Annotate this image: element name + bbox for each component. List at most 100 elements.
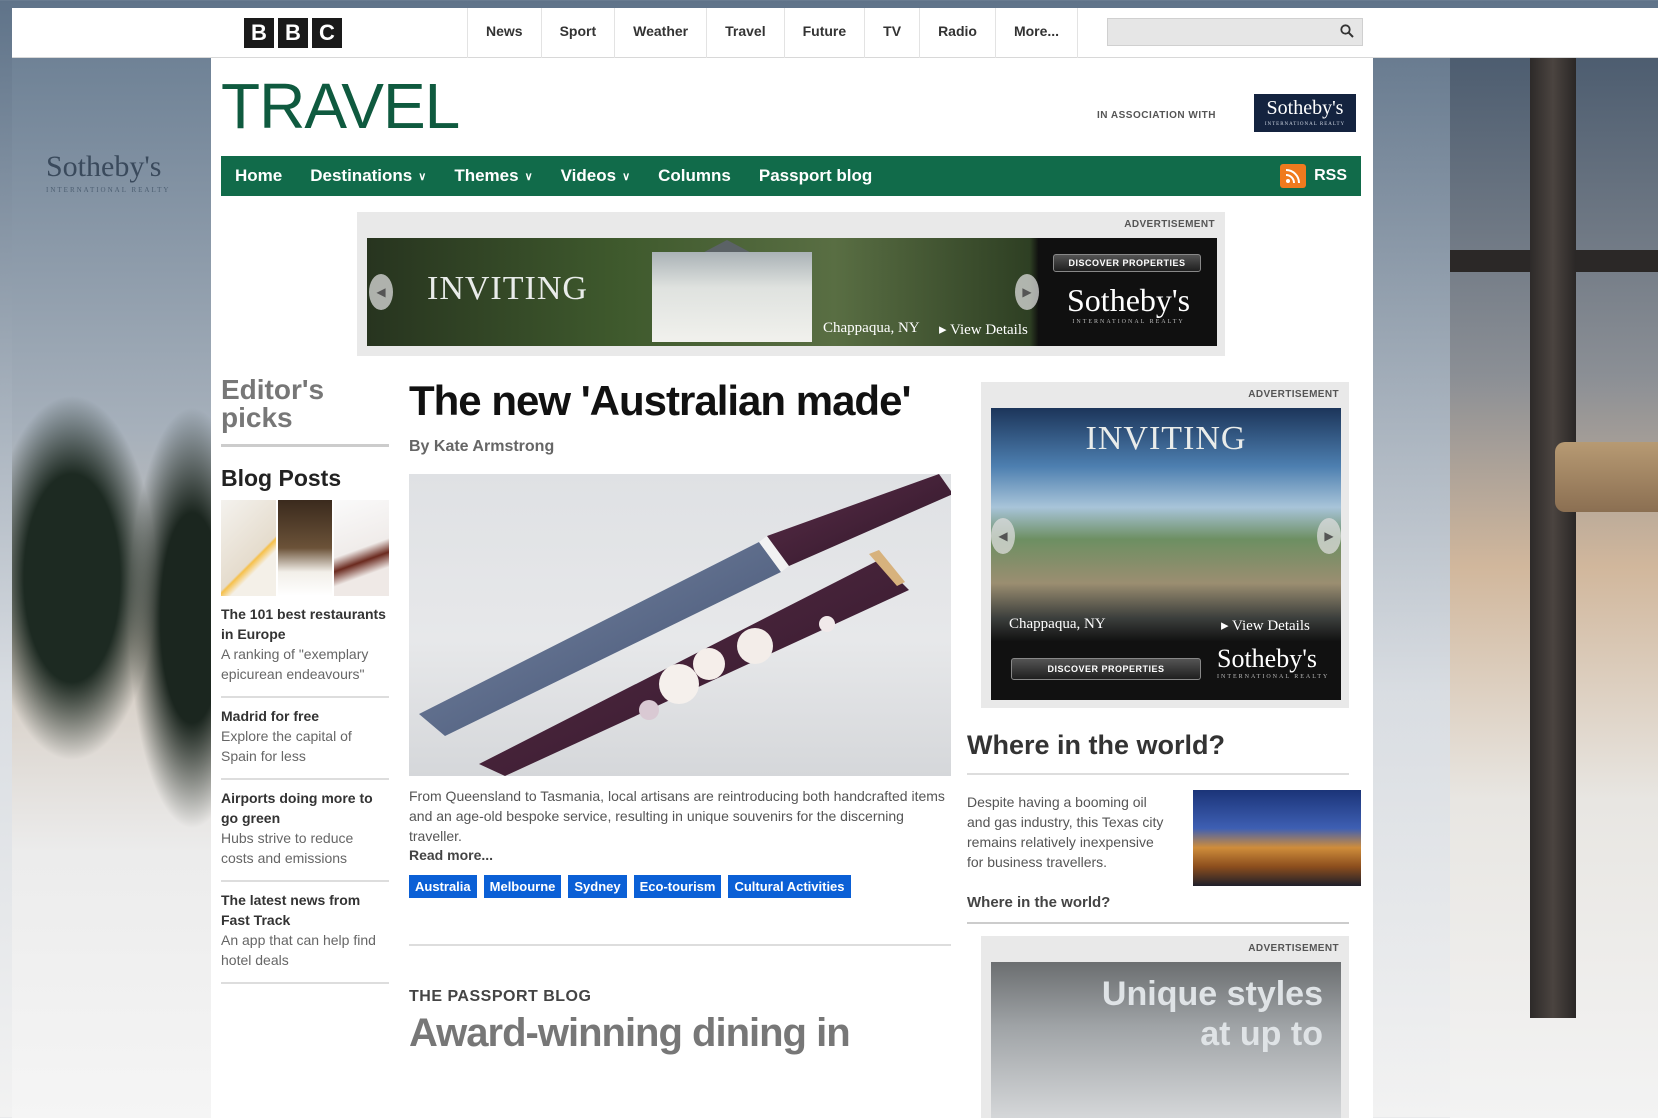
travel-nav-videos[interactable]: Videos ∨ — [561, 166, 631, 186]
travel-nav-themes[interactable]: Themes ∨ — [454, 166, 532, 186]
ad-label: ADVERTISEMENT — [1248, 389, 1339, 400]
tag-sydney[interactable]: Sydney — [568, 875, 627, 898]
nav-sport[interactable]: Sport — [542, 8, 616, 58]
nav-tv[interactable]: TV — [865, 8, 921, 58]
background-skin-left — [12, 58, 222, 1118]
ad-view-details[interactable]: ▸ View Details — [939, 320, 1028, 339]
side-ad: ADVERTISEMENT INVITING ◀ ▶ Chappaqua, NY… — [981, 382, 1349, 708]
section-divider — [967, 773, 1349, 775]
where-in-the-world-heading: Where in the world? — [967, 730, 1226, 760]
tag-australia[interactable]: Australia — [409, 875, 477, 898]
travel-nav-label: Themes — [454, 166, 519, 185]
knife-and-sheath-image — [419, 474, 951, 776]
bbc-logo-letter: B — [278, 18, 308, 48]
chevron-left-icon[interactable]: ◀ — [991, 518, 1015, 554]
read-more-link[interactable]: Read more... — [409, 847, 951, 863]
travel-nav-label: Destinations — [310, 166, 413, 185]
ad-caption: Chappaqua, NY — [1009, 616, 1106, 632]
house-graphic — [652, 252, 812, 342]
association-label: IN ASSOCIATION WITH — [1097, 110, 1216, 121]
lead-article: The new 'Australian made' By Kate Armstr… — [409, 376, 951, 1056]
article-hero-image[interactable] — [409, 474, 951, 776]
nav-weather[interactable]: Weather — [615, 8, 708, 58]
ad-2-line: at up to — [1200, 1015, 1323, 1053]
blog-post-item[interactable]: The 101 best restaurants in Europe A ran… — [221, 596, 389, 698]
bbc-logo[interactable]: B B C — [244, 18, 342, 48]
travel-nav-destinations[interactable]: Destinations ∨ — [310, 166, 426, 186]
side-ad-2: ADVERTISEMENT Unique styles at up to — [981, 936, 1349, 1118]
ad-label: ADVERTISEMENT — [1124, 219, 1215, 230]
blog-posts-heading: Blog Posts — [221, 465, 342, 491]
nav-radio[interactable]: Radio — [920, 8, 996, 58]
skin-sponsor-logo[interactable]: Sotheby's INTERNATIONAL REALTY — [46, 150, 176, 196]
ad-label: ADVERTISEMENT — [1248, 943, 1339, 954]
bbc-top-bar: B B C News Sport Weather Travel Future T… — [12, 8, 1658, 58]
ad-headline: INVITING — [1085, 420, 1247, 457]
article-headline[interactable]: The new 'Australian made' — [409, 376, 951, 426]
article-tags: Australia Melbourne Sydney Eco-tourism C… — [409, 875, 951, 898]
blog-post-desc: An app that can help find hotel deals — [221, 932, 376, 968]
passport-blog-label: THE PASSPORT BLOG — [409, 988, 592, 1005]
nav-news[interactable]: News — [468, 8, 542, 58]
travel-logo[interactable]: TRAVEL — [221, 72, 460, 140]
search-input[interactable] — [1108, 19, 1328, 45]
sponsor-logo[interactable]: Sotheby's INTERNATIONAL REALTY — [1254, 94, 1356, 132]
article-byline: By Kate Armstrong — [409, 438, 555, 455]
ad-brand: Sotheby's INTERNATIONAL REALTY — [1217, 644, 1329, 680]
nav-future[interactable]: Future — [785, 8, 866, 58]
article-summary: From Queensland to Tasmania, local artis… — [409, 788, 945, 844]
travel-nav-home[interactable]: Home — [235, 166, 282, 186]
passport-blog-headline[interactable]: Award-winning dining in — [409, 1010, 951, 1056]
skin-sponsor-name: Sotheby's — [46, 150, 162, 183]
blog-post-title[interactable]: Madrid for free — [221, 706, 389, 726]
blog-post-thumbnail[interactable] — [221, 500, 390, 596]
travel-nav: Home Destinations ∨ Themes ∨ Videos ∨ Colum… — [221, 156, 1361, 196]
blog-post-desc: Explore the capital of Spain for less — [221, 728, 352, 764]
top-banner-ad: ADVERTISEMENT ◀ INVITING Chappaqua, NY ▸… — [357, 212, 1225, 356]
blog-post-desc: A ranking of "exemplary epicurean endeav… — [221, 646, 369, 682]
skin-sponsor-sub: INTERNATIONAL REALTY — [46, 186, 171, 194]
blog-post-title[interactable]: The 101 best restaurants in Europe — [221, 604, 389, 644]
bbc-logo-letter: B — [244, 18, 274, 48]
nav-more[interactable]: More... — [996, 8, 1079, 58]
ad-view-details[interactable]: ▸ View Details — [1221, 616, 1310, 635]
sponsor-sub: INTERNATIONAL REALTY — [1264, 122, 1346, 127]
tag-melbourne[interactable]: Melbourne — [483, 875, 562, 898]
discover-properties-button[interactable]: DISCOVER PROPERTIES — [1011, 658, 1201, 680]
ad-brand-name: Sotheby's — [1217, 644, 1318, 673]
rss-link[interactable]: RSS — [1280, 164, 1347, 188]
travel-nav-passport-blog[interactable]: Passport blog — [759, 166, 872, 186]
side-ad-creative[interactable]: INVITING ◀ ▶ Chappaqua, NY ▸ View Detail… — [991, 408, 1341, 700]
side-ad-2-creative[interactable]: Unique styles at up to — [991, 962, 1341, 1118]
blog-post-item[interactable]: Airports doing more to go green Hubs str… — [221, 780, 389, 882]
travel-nav-columns[interactable]: Columns — [658, 166, 731, 186]
chevron-left-icon[interactable]: ◀ — [369, 274, 393, 310]
blog-post-title[interactable]: Airports doing more to go green — [221, 788, 389, 828]
rss-label: RSS — [1314, 167, 1347, 184]
chevron-right-icon[interactable]: ▶ — [1015, 274, 1039, 310]
blog-post-item[interactable]: The latest news from Fast Track An app t… — [221, 882, 389, 984]
tag-eco-tourism[interactable]: Eco-tourism — [633, 875, 722, 898]
nav-travel[interactable]: Travel — [707, 8, 785, 58]
travel-nav-label: Columns — [658, 166, 731, 185]
ad-brand-sub: INTERNATIONAL REALTY — [1072, 319, 1185, 325]
blog-post-item[interactable]: Madrid for free Explore the capital of S… — [221, 698, 389, 780]
ad-brand: Sotheby's INTERNATIONAL REALTY — [1067, 282, 1190, 325]
where-in-the-world-link[interactable]: Where in the world? — [967, 894, 1110, 911]
discover-properties-button[interactable]: DISCOVER PROPERTIES — [1053, 254, 1201, 272]
chevron-down-icon: ∨ — [524, 170, 533, 183]
editors-picks-heading: Editor's picks — [221, 376, 389, 447]
ad-2-headline: Unique styles at up to — [1102, 974, 1323, 1054]
search-icon[interactable] — [1340, 24, 1354, 38]
top-ad-creative[interactable]: ◀ INVITING Chappaqua, NY ▸ View Details … — [367, 238, 1217, 346]
main-column: TRAVEL IN ASSOCIATION WITH Sotheby's INT… — [211, 58, 1373, 1118]
city-skyline-image[interactable] — [1193, 790, 1361, 886]
blog-post-title[interactable]: The latest news from Fast Track — [221, 890, 389, 930]
sponsor-name: Sotheby's — [1266, 97, 1344, 119]
travel-nav-label: Passport blog — [758, 166, 873, 185]
chevron-right-icon[interactable]: ▶ — [1317, 518, 1341, 554]
ad-2-line: Unique styles — [1101, 975, 1323, 1013]
rss-icon — [1280, 164, 1307, 188]
chevron-down-icon: ∨ — [622, 170, 631, 183]
tag-cultural-activities[interactable]: Cultural Activities — [728, 875, 851, 898]
